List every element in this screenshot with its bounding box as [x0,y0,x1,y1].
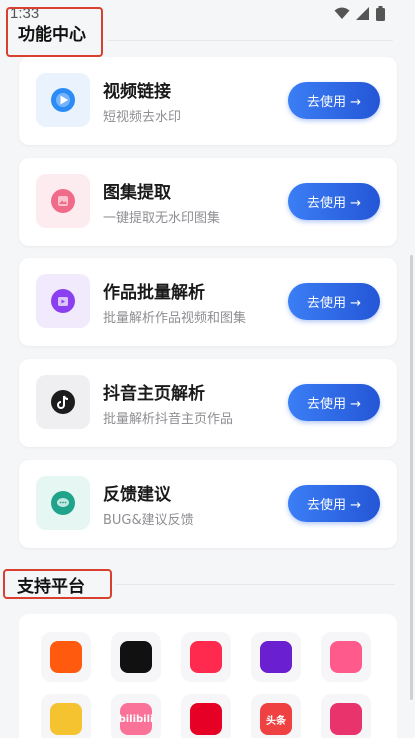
lvzhou-icon [321,694,371,738]
pipixia-icon [321,632,371,682]
feature-title: 反馈建议 [103,485,171,505]
toutiao-icon: 头条 [251,694,301,738]
feature-card[interactable]: 视频链接 短视频去水印 去使用 → [19,57,397,145]
feature-card[interactable]: 反馈建议 BUG&建议反馈 去使用 → [19,460,397,548]
feature-card[interactable]: 作品批量解析 批量解析作品视频和图集 去使用 → [19,258,397,346]
netease-music-icon [181,694,231,738]
video-platform-icon [251,632,301,682]
image-gallery-icon [36,174,90,228]
feature-card[interactable]: 抖音主页解析 批量解析抖音主页作品 去使用 → [19,359,397,447]
status-icons [334,6,385,21]
divider [108,40,393,41]
feature-title: 作品批量解析 [103,283,205,303]
page-title: 功能中心 [6,7,103,57]
divider [115,584,395,585]
signal-icon [356,7,369,20]
feature-subtitle: 批量解析作品视频和图集 [103,311,247,326]
use-button[interactable]: 去使用 → [288,485,380,522]
feedback-chat-icon [36,476,90,530]
feature-card[interactable]: 图集提取 一键提取无水印图集 去使用 → [19,158,397,246]
kuaishou-icon [41,632,91,682]
use-button[interactable]: 去使用 → [288,283,380,320]
platforms-section-title: 支持平台 [3,569,112,599]
feature-subtitle: 批量解析抖音主页作品 [103,412,234,427]
feature-subtitle: 一键提取无水印图集 [103,211,221,226]
use-button[interactable]: 去使用 → [288,183,380,220]
feature-subtitle: 短视频去水印 [103,110,182,125]
bilibili-icon: bilibili [111,694,161,738]
tiktok-icon [111,632,161,682]
feature-title: 视频链接 [103,82,171,102]
scrollbar[interactable] [410,255,413,700]
wifi-icon [334,7,350,19]
batch-parse-icon [36,274,90,328]
zuiyou-icon [41,694,91,738]
video-play-icon [36,73,90,127]
use-button[interactable]: 去使用 → [288,82,380,119]
weishi-icon [181,632,231,682]
use-button[interactable]: 去使用 → [288,384,380,421]
feature-subtitle: BUG&建议反馈 [103,513,194,528]
platforms-panel: bilibili 头条 [19,614,397,738]
feature-title: 抖音主页解析 [103,384,205,404]
battery-icon [376,6,385,21]
feature-title: 图集提取 [103,183,171,203]
douyin-icon [36,375,90,429]
